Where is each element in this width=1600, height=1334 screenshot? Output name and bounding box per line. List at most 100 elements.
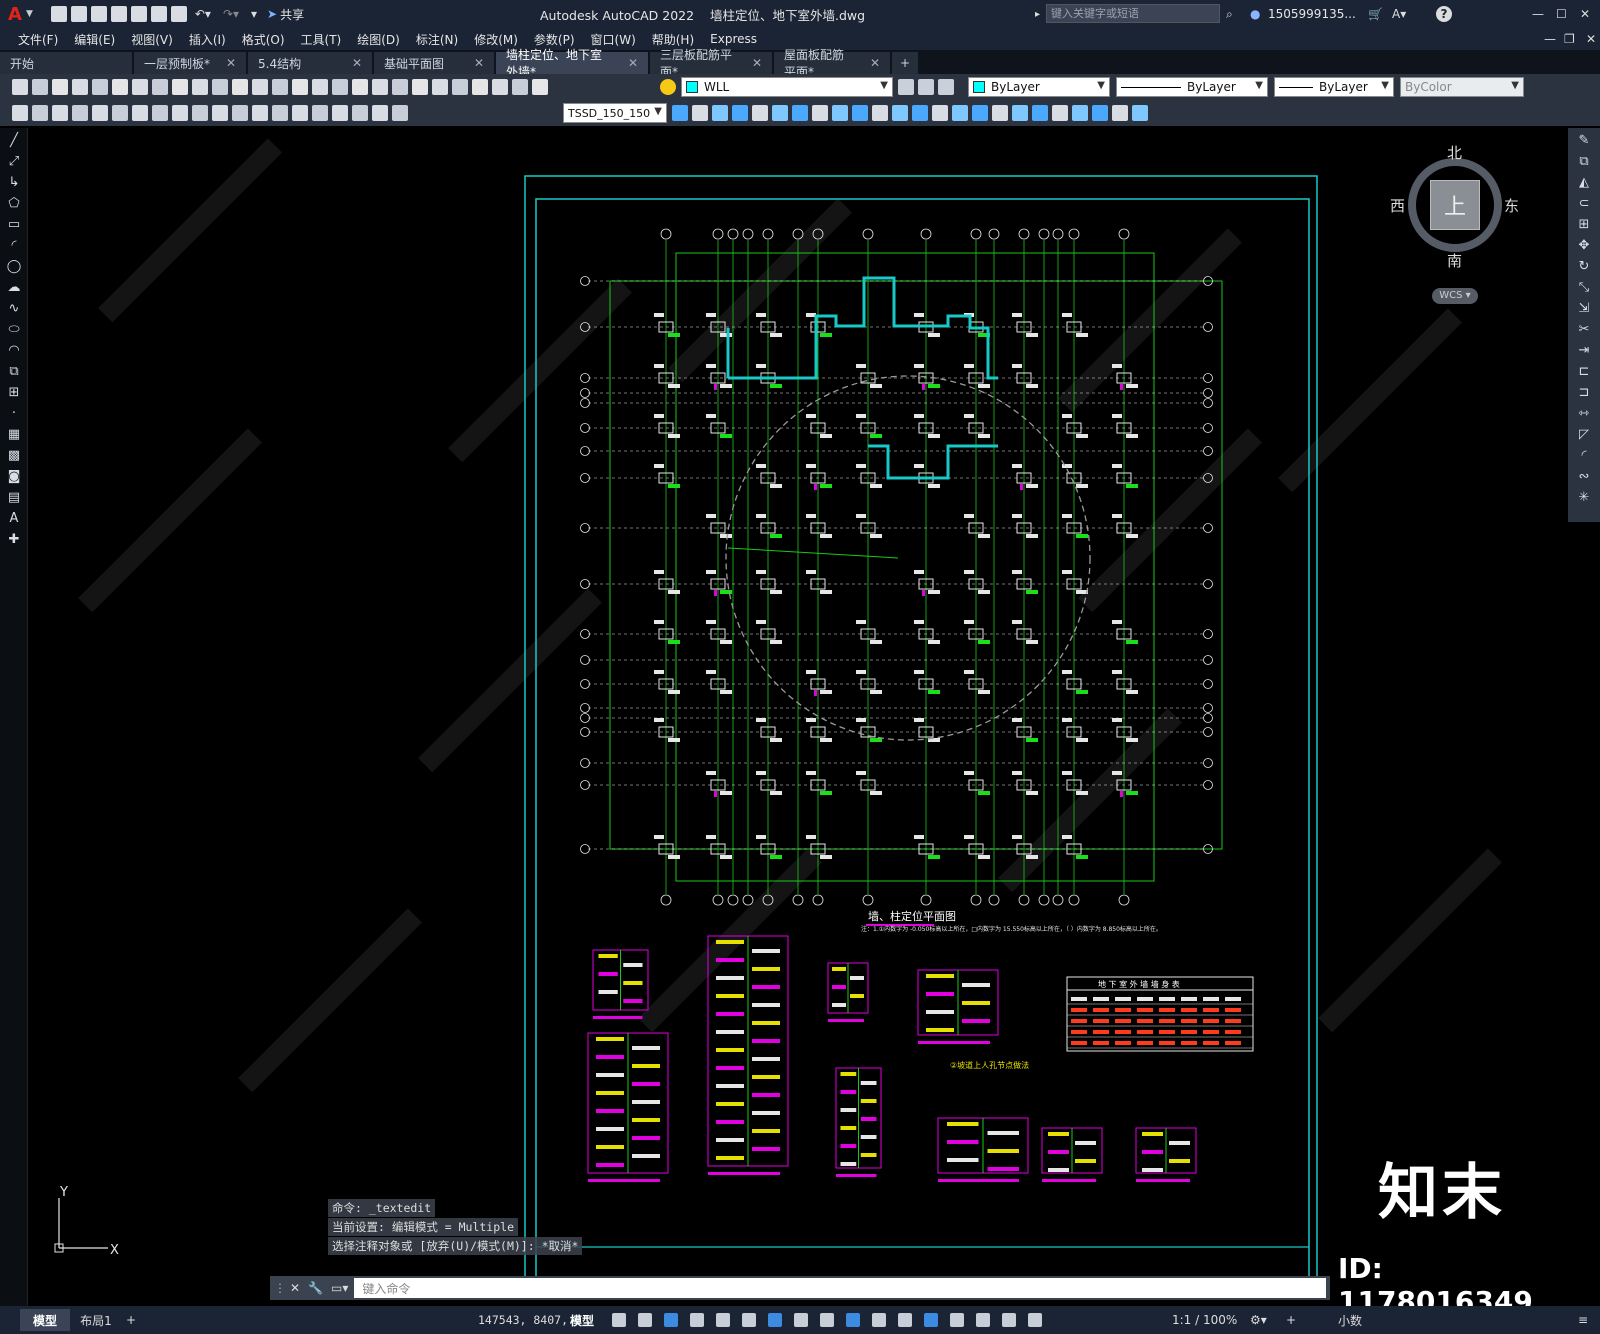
tab-close-icon[interactable]: ✕	[474, 56, 484, 70]
blend-icon[interactable]: ∾	[1574, 469, 1594, 485]
insert-block-icon[interactable]: ⧉	[5, 364, 23, 380]
autocad-logo-icon[interactable]: A	[8, 4, 22, 25]
erase-icon[interactable]: ✎	[1574, 133, 1594, 149]
jogged-linear-icon[interactable]	[332, 105, 348, 121]
tab-close-icon[interactable]: ✕	[226, 56, 236, 70]
viewcube[interactable]: 上 北 南 西 东	[1390, 144, 1519, 270]
paste-icon[interactable]	[192, 79, 208, 95]
tab-close-icon[interactable]: ✕	[628, 56, 638, 70]
extrude-icon[interactable]	[832, 105, 848, 121]
gradient-icon[interactable]: ▩	[5, 448, 23, 464]
zoom-window-icon[interactable]	[332, 79, 348, 95]
dim-arc-icon[interactable]	[52, 105, 68, 121]
flatshot-icon[interactable]	[1052, 105, 1068, 121]
clean-icon[interactable]	[1132, 105, 1148, 121]
subtract-icon[interactable]	[952, 105, 968, 121]
user-name[interactable]: 1505999135...	[1268, 7, 1356, 21]
close-button[interactable]: ✕	[1580, 7, 1590, 21]
break-icon[interactable]: ⊐	[1574, 385, 1594, 401]
redo-icon[interactable]: ↷▾	[223, 7, 239, 21]
spline-icon[interactable]: ∿	[5, 301, 23, 317]
offset-icon[interactable]: ⊂	[1574, 196, 1594, 212]
layer-bulb-icon[interactable]	[660, 79, 676, 95]
menu-dimension[interactable]: 标注(N)	[408, 31, 466, 48]
lineweight-toggle-icon[interactable]	[794, 1313, 808, 1327]
array-icon[interactable]: ⊞	[1574, 217, 1594, 233]
undo-icon[interactable]: ↶▾	[195, 7, 211, 21]
menu-view[interactable]: 视图(V)	[123, 31, 181, 48]
dim-radius-icon[interactable]	[92, 105, 108, 121]
dim-baseline-icon[interactable]	[192, 105, 208, 121]
units-dropdown[interactable]: 小数	[1338, 1312, 1362, 1329]
plot-preview-icon[interactable]	[92, 79, 108, 95]
dim-edit-icon[interactable]	[352, 105, 368, 121]
annotation-scale[interactable]: 1:1 / 100%	[1172, 1313, 1237, 1327]
dynamic-ucs-toggle-icon[interactable]	[898, 1313, 912, 1327]
viewcube-north[interactable]: 北	[1447, 142, 1462, 163]
3d-print-icon[interactable]	[132, 79, 148, 95]
cone-icon[interactable]	[732, 105, 748, 121]
table-icon[interactable]: ▤	[5, 490, 23, 506]
open-web-icon[interactable]	[130, 6, 147, 22]
user-icon[interactable]: ●	[1250, 7, 1260, 21]
hatch-icon[interactable]: ▦	[5, 427, 23, 443]
tab-foundation-plan[interactable]: 基础平面图 ✕	[374, 52, 494, 74]
add-icon[interactable]: +	[1286, 1313, 1296, 1327]
properties-icon[interactable]	[372, 79, 388, 95]
circle-icon[interactable]: ◯	[5, 259, 23, 275]
filter-toggle-icon[interactable]	[924, 1313, 938, 1327]
3d-osnap-toggle-icon[interactable]	[872, 1313, 886, 1327]
tab-structure[interactable]: 5.4结构 ✕	[248, 52, 372, 74]
annotation-scale-lock-toggle-icon[interactable]	[1028, 1313, 1042, 1327]
dim-angular-icon[interactable]	[152, 105, 168, 121]
search-input[interactable]: 键入关键字或短语	[1046, 4, 1220, 23]
revision-cloud-icon[interactable]: ☁	[5, 280, 23, 296]
menu-window[interactable]: 窗口(W)	[583, 31, 644, 48]
layer-properties-icon[interactable]	[898, 79, 914, 95]
zoom-realtime-icon[interactable]	[312, 79, 328, 95]
plot-icon[interactable]	[72, 79, 88, 95]
isodraft-toggle-icon[interactable]	[716, 1313, 730, 1327]
region-icon[interactable]: ◙	[5, 469, 23, 485]
new-file-icon[interactable]	[50, 6, 67, 22]
cylinder-icon[interactable]	[772, 105, 788, 121]
command-input[interactable]: 键入命令	[354, 1278, 1326, 1298]
save-as-icon[interactable]	[110, 6, 127, 22]
command-recent-icon[interactable]: ▭▾	[331, 1281, 348, 1295]
copy-icon[interactable]: ⧉	[1574, 154, 1594, 170]
dim-ordinate-icon[interactable]	[72, 105, 88, 121]
torus-icon[interactable]	[792, 105, 808, 121]
dim-diameter-icon[interactable]	[132, 105, 148, 121]
zoom-previous-icon[interactable]	[352, 79, 368, 95]
save-icon[interactable]	[90, 6, 107, 22]
section-plane-icon[interactable]	[1032, 105, 1048, 121]
layer-dropdown[interactable]: WLL ▼	[681, 77, 893, 97]
menu-file[interactable]: 文件(F)	[10, 31, 66, 48]
wedge-icon[interactable]	[712, 105, 728, 121]
design-center-icon[interactable]	[392, 79, 408, 95]
presspull-icon[interactable]	[852, 105, 868, 121]
rotate-icon[interactable]: ↻	[1574, 259, 1594, 275]
dim-continue-icon[interactable]	[212, 105, 228, 121]
tab-close-icon[interactable]: ✕	[870, 56, 880, 70]
loft-icon[interactable]	[912, 105, 928, 121]
osnap-toggle-icon[interactable]	[768, 1313, 782, 1327]
linetype-dropdown[interactable]: ByLayer ▼	[1116, 77, 1268, 97]
break-at-point-icon[interactable]: ⊏	[1574, 364, 1594, 380]
interfere-icon[interactable]	[1012, 105, 1028, 121]
new-tab-button[interactable]: +	[892, 52, 918, 74]
pan-icon[interactable]	[292, 79, 308, 95]
help-icon[interactable]: ?	[1436, 6, 1452, 22]
tab-third-floor-slab[interactable]: 三层板配筋平面* ✕	[650, 48, 772, 79]
make-block-icon[interactable]: ⊞	[5, 385, 23, 401]
help-icon[interactable]	[492, 79, 508, 95]
quick-dim-icon[interactable]	[172, 105, 188, 121]
menu-edit[interactable]: 编辑(E)	[66, 31, 123, 48]
dim-aligned-icon[interactable]	[32, 105, 48, 121]
ellipse-icon[interactable]: ⬭	[5, 322, 23, 338]
selection-cycling-toggle-icon[interactable]	[846, 1313, 860, 1327]
publish-icon[interactable]	[112, 79, 128, 95]
shell-icon[interactable]	[1092, 105, 1108, 121]
menu-express[interactable]: Express	[702, 32, 765, 46]
save-icon[interactable]	[52, 79, 68, 95]
